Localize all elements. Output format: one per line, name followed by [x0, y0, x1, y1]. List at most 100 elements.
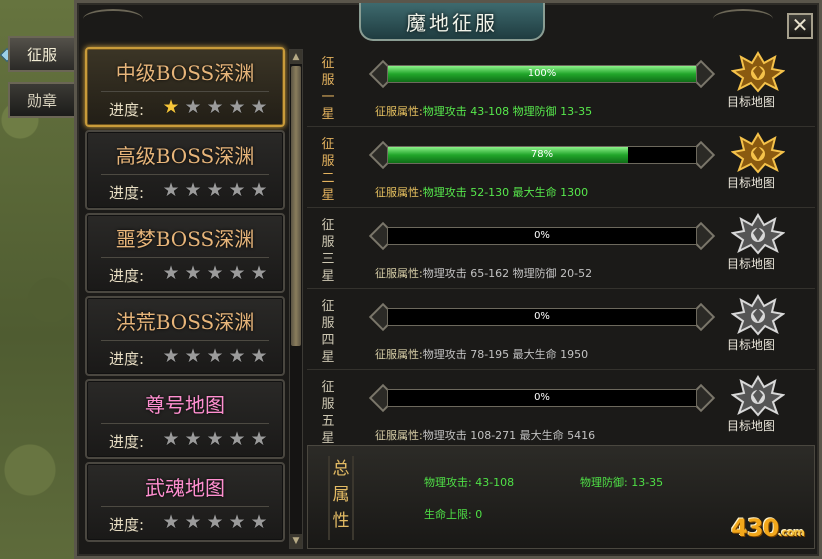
map-name: 洪荒BOSS深渊 — [115, 310, 255, 334]
tab-conquer[interactable]: 征服 — [8, 36, 74, 72]
close-button[interactable]: ✕ — [787, 13, 813, 39]
star-empty-icon: ★ — [228, 345, 246, 367]
map-card[interactable]: 尊号地图 进度: ★ ★ ★ ★ ★ — [85, 379, 285, 459]
map-list: 中级BOSS深渊 进度: ★ ★ ★ ★ ★ 高级BOSS深渊 进度: ★ ★ ★ ★ ★ 噩梦BOSS深渊… — [85, 47, 287, 549]
progress-text: 0% — [534, 230, 550, 241]
map-name: 高级BOSS深渊 — [115, 144, 255, 168]
target-map-link[interactable]: 目标地图 — [727, 174, 797, 191]
frame-ornament-right — [713, 9, 773, 29]
star-empty-icon: ★ — [162, 179, 180, 201]
target-map-link[interactable]: 目标地图 — [727, 93, 797, 110]
map-name: 尊号地图 — [145, 393, 225, 417]
conquer-star-title: 征服三星 — [321, 218, 335, 284]
progress-label: 进度: — [109, 433, 145, 451]
conquer-star-row: 征服一星 100% 征服属性:物理攻击 43-108 物理防御 13-35 目标地图 — [307, 47, 815, 127]
card-divider — [101, 506, 269, 507]
card-divider — [101, 257, 269, 258]
tab-medal[interactable]: 勋章 — [8, 82, 74, 118]
window-title: 魔地征服 — [359, 3, 545, 41]
target-map-link[interactable]: 目标地图 — [727, 417, 797, 434]
star-empty-icon: ★ — [206, 96, 224, 118]
conquer-star-title: 征服四星 — [321, 299, 335, 365]
scroll-down-icon[interactable]: ▼ — [290, 534, 302, 548]
star-empty-icon: ★ — [250, 262, 268, 284]
star-empty-icon: ★ — [162, 345, 180, 367]
silver-crest-icon[interactable] — [730, 294, 786, 336]
star-empty-icon: ★ — [162, 262, 180, 284]
map-list-scrollbar[interactable]: ▲ ▼ — [289, 49, 303, 549]
star-rating: ★ ★ ★ ★ ★ — [161, 346, 269, 366]
progress-bar: 78% — [368, 140, 716, 170]
star-empty-icon: ★ — [228, 428, 246, 450]
star-empty-icon: ★ — [184, 511, 202, 533]
silver-crest-icon[interactable] — [730, 213, 786, 255]
progress-text: 0% — [534, 311, 550, 322]
conquer-attribute-line: 征服属性:物理攻击 52-130 最大生命 1300 — [375, 184, 588, 200]
progress-text: 0% — [534, 392, 550, 403]
scroll-up-icon[interactable]: ▲ — [290, 50, 302, 64]
conquer-star-row: 征服二星 78% 征服属性:物理攻击 52-130 最大生命 1300 目标地图 — [307, 128, 815, 208]
progress-bar: 0% — [368, 302, 716, 332]
gold-crest-icon[interactable] — [730, 132, 786, 174]
total-hp-limit: 生命上限: 0 — [424, 508, 483, 521]
map-card[interactable]: 武魂地图 进度: ★ ★ ★ ★ ★ — [85, 462, 285, 542]
attribute-label: 征服属性: — [375, 429, 423, 442]
star-empty-icon: ★ — [250, 428, 268, 450]
map-card[interactable]: 高级BOSS深渊 进度: ★ ★ ★ ★ ★ — [85, 130, 285, 210]
attribute-value: 物理攻击 78-195 最大生命 1950 — [422, 348, 589, 361]
card-divider — [101, 340, 269, 341]
map-card[interactable]: 噩梦BOSS深渊 进度: ★ ★ ★ ★ ★ — [85, 213, 285, 293]
star-empty-icon: ★ — [184, 96, 202, 118]
star-empty-icon: ★ — [228, 96, 246, 118]
star-empty-icon: ★ — [228, 511, 246, 533]
progress-label: 进度: — [109, 350, 145, 368]
target-map-link[interactable]: 目标地图 — [727, 255, 797, 272]
star-empty-icon: ★ — [162, 428, 180, 450]
conquer-star-list: 征服一星 100% 征服属性:物理攻击 43-108 物理防御 13-35 目标地图征… — [307, 47, 815, 451]
progress-track: 78% — [387, 146, 697, 164]
star-rating: ★ ★ ★ ★ ★ — [161, 429, 269, 449]
gold-crest-icon[interactable] — [730, 51, 786, 93]
star-empty-icon: ★ — [206, 511, 224, 533]
star-empty-icon: ★ — [250, 345, 268, 367]
progress-label: 进度: — [109, 101, 145, 119]
target-map-link[interactable]: 目标地图 — [727, 336, 797, 353]
star-rating: ★ ★ ★ ★ ★ — [161, 97, 269, 117]
conquer-star-title: 征服一星 — [321, 56, 335, 122]
star-empty-icon: ★ — [206, 428, 224, 450]
progress-bar: 0% — [368, 383, 716, 413]
map-card[interactable]: 中级BOSS深渊进度: ★ ★ ★ ★ ★ — [85, 47, 285, 127]
attribute-label: 征服属性: — [375, 186, 423, 199]
progress-label: 进度: — [109, 267, 145, 285]
total-phys-attack: 物理攻击: 43-108 — [424, 476, 515, 489]
star-empty-icon: ★ — [184, 345, 202, 367]
star-empty-icon: ★ — [228, 262, 246, 284]
star-empty-icon: ★ — [162, 511, 180, 533]
star-empty-icon: ★ — [184, 179, 202, 201]
conquer-star-title: 征服五星 — [321, 380, 335, 446]
progress-label: 进度: — [109, 184, 145, 202]
map-name: 武魂地图 — [145, 476, 225, 500]
progress-bar: 0% — [368, 221, 716, 251]
progress-track: 0% — [387, 389, 697, 407]
conquer-attribute-line: 征服属性:物理攻击 108-271 最大生命 5416 — [375, 427, 595, 443]
conquer-star-row: 征服三星 0% 征服属性:物理攻击 65-162 物理防御 20-52 目标地图 — [307, 209, 815, 289]
progress-text: 100% — [527, 68, 557, 79]
scroll-thumb[interactable] — [291, 66, 301, 346]
map-name: 中级BOSS深渊 — [115, 61, 255, 85]
map-card[interactable]: 洪荒BOSS深渊 进度: ★ ★ ★ ★ ★ — [85, 296, 285, 376]
star-empty-icon: ★ — [206, 345, 224, 367]
total-attributes-panel: 总属性 物理攻击: 43-108 物理防御: 13-35 生命上限: 0 430… — [307, 445, 815, 549]
map-name: 噩梦BOSS深渊 — [115, 227, 255, 251]
conquer-star-title: 征服二星 — [321, 137, 335, 203]
attribute-value: 物理攻击 108-271 最大生命 5416 — [422, 429, 596, 442]
attribute-label: 征服属性: — [375, 105, 423, 118]
card-divider — [101, 423, 269, 424]
card-divider — [101, 91, 269, 92]
conquer-star-row: 征服五星 0% 征服属性:物理攻击 108-271 最大生命 5416 目标地图 — [307, 371, 815, 451]
site-watermark-logo: 430.com — [731, 514, 805, 542]
conquer-attribute-line: 征服属性:物理攻击 43-108 物理防御 13-35 — [375, 103, 592, 119]
total-attributes-title: 总属性 — [328, 456, 354, 540]
star-empty-icon: ★ — [206, 179, 224, 201]
silver-crest-icon[interactable] — [730, 375, 786, 417]
